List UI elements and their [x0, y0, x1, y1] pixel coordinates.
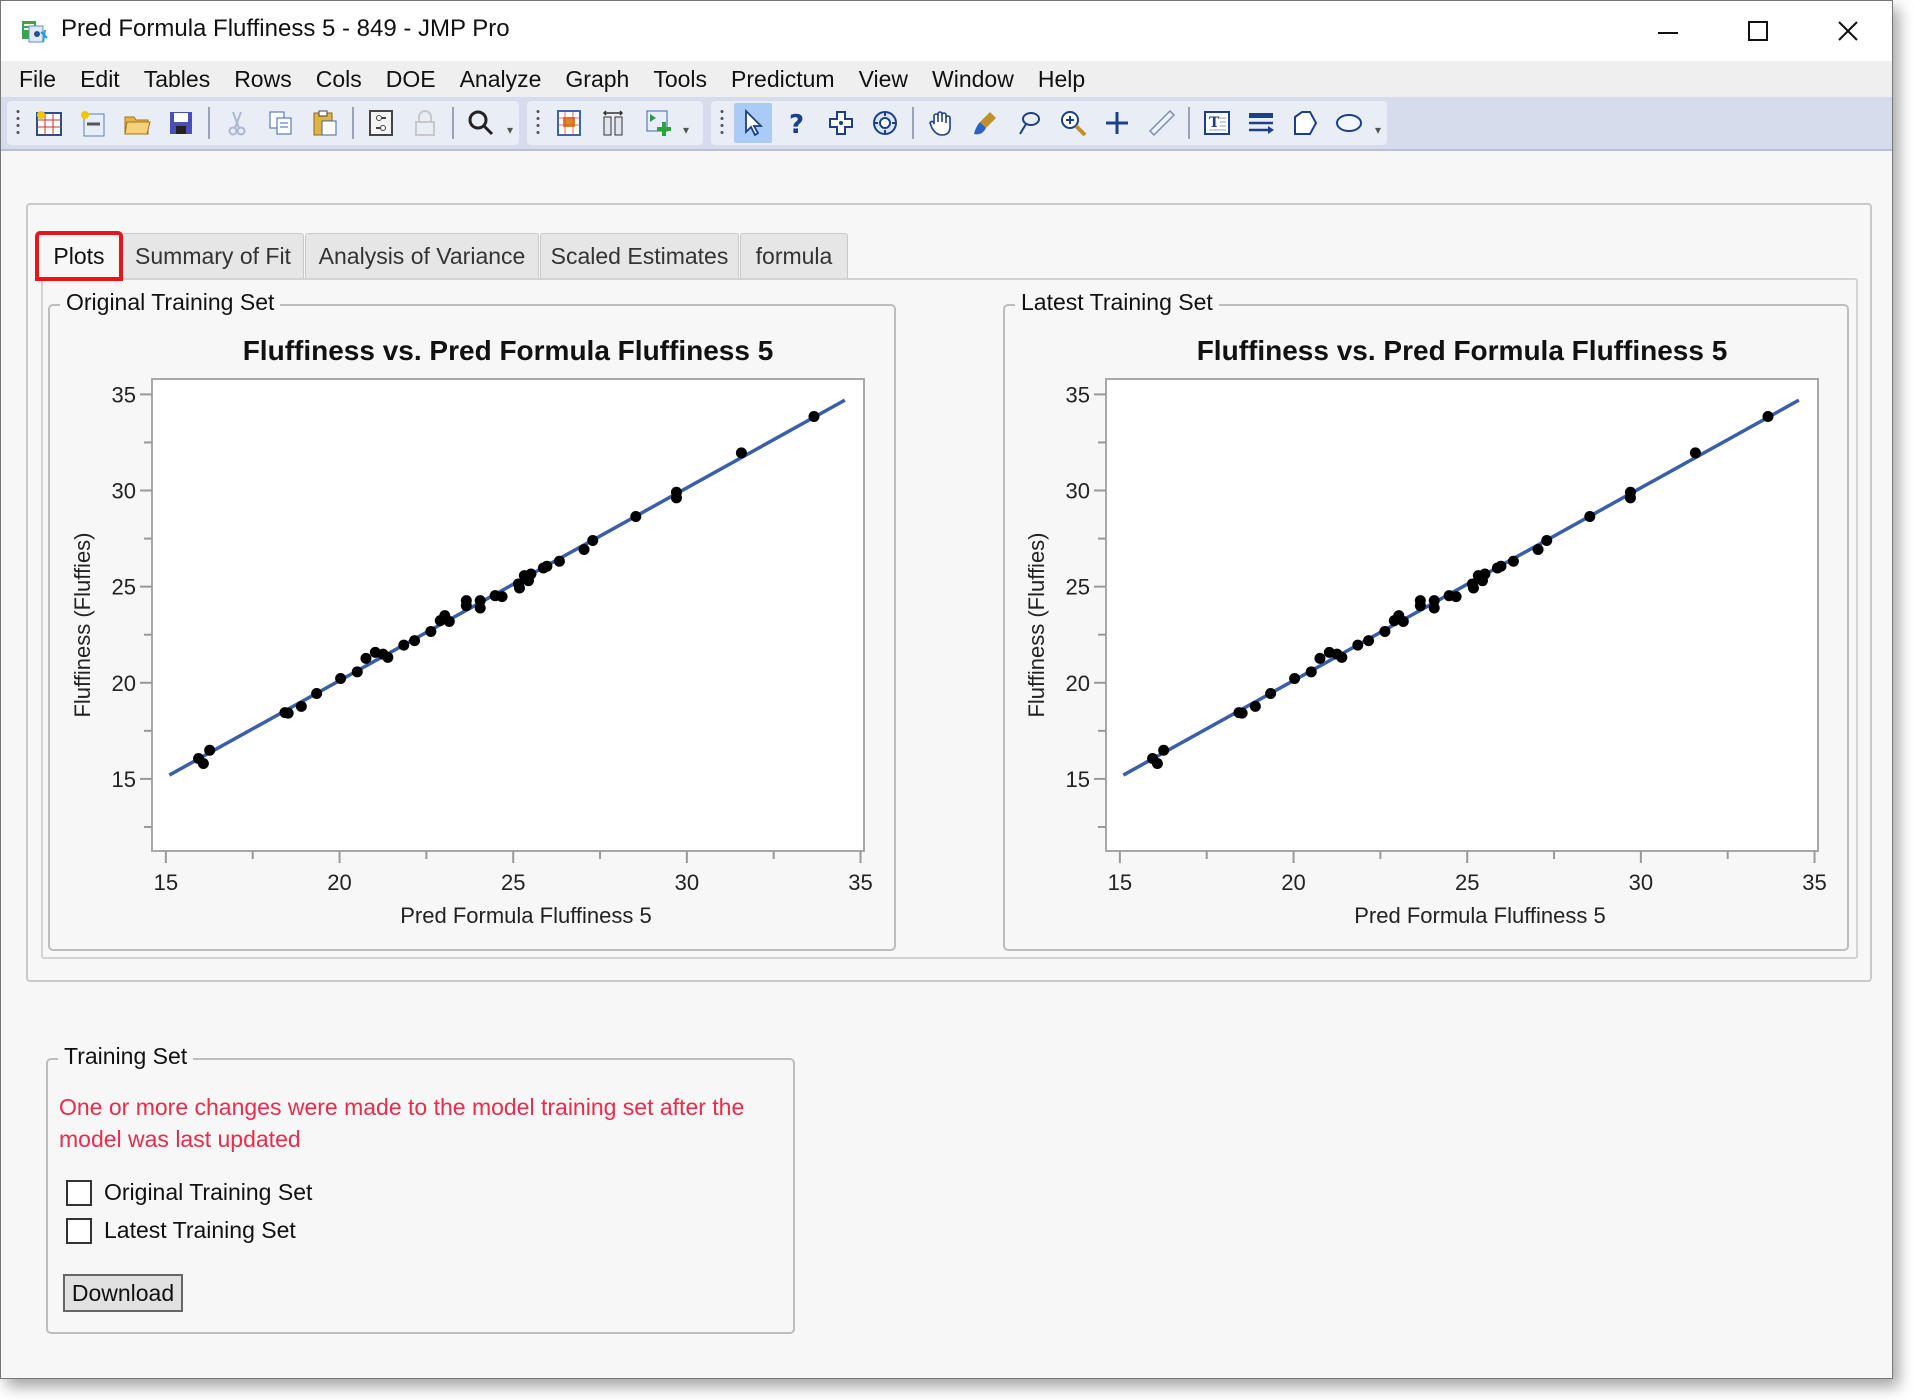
data-point — [1265, 688, 1277, 700]
y-tick-label: 30 — [112, 479, 136, 504]
data-point — [1158, 744, 1170, 756]
y-tick-label: 15 — [1066, 767, 1090, 792]
data-point — [295, 700, 307, 712]
y-tick-label: 20 — [1066, 671, 1090, 696]
data-point — [425, 625, 437, 637]
download-button[interactable]: Download — [63, 1274, 183, 1312]
data-point — [541, 560, 553, 572]
data-point — [578, 544, 590, 556]
data-point — [409, 635, 421, 647]
y-tick-label: 25 — [1066, 575, 1090, 600]
data-point — [630, 510, 642, 522]
panel-label: Training Set — [58, 1043, 194, 1070]
tab-plots[interactable]: Plots — [35, 231, 123, 281]
y-tick-label: 35 — [112, 382, 136, 407]
y-axis-title: Fluffiness (Fluffies) — [1024, 532, 1049, 717]
data-point — [1314, 652, 1326, 664]
data-point — [335, 673, 347, 685]
x-axis-title: Pred Formula Fluffiness 5 — [400, 903, 651, 928]
data-point — [1249, 700, 1261, 712]
data-point — [1336, 651, 1348, 663]
checkbox-label: Original Training Set — [104, 1179, 313, 1205]
x-tick-label: 25 — [1455, 870, 1479, 895]
x-axis-title: Pred Formula Fluffiness 5 — [1354, 903, 1605, 928]
data-point — [1305, 666, 1317, 678]
y-tick-label: 35 — [1066, 382, 1090, 407]
original-training-set-checkbox[interactable] — [66, 1179, 92, 1206]
data-point — [1479, 568, 1491, 580]
checkbox-label: Latest Training Set — [104, 1217, 296, 1243]
app-window: Pred Formula Fluffiness 5 - 849 - JMP Pr… — [0, 0, 1893, 1379]
y-tick-label: 15 — [112, 767, 136, 792]
data-point — [1584, 510, 1596, 522]
data-point — [282, 707, 294, 719]
data-point — [1379, 625, 1391, 637]
charts-canvas: 15 20 25 30 35 15 20 25 30 35 Pred Formula Fluffin… — [70, 378, 1827, 928]
data-point — [1624, 492, 1636, 504]
data-point — [1363, 635, 1375, 647]
data-point — [1532, 544, 1544, 556]
data-point — [1352, 639, 1364, 651]
data-point — [808, 410, 820, 422]
x-tick-label: 20 — [1281, 870, 1305, 895]
x-tick-label: 15 — [154, 870, 178, 895]
y-tick-label: 25 — [112, 575, 136, 600]
data-point — [1414, 600, 1426, 612]
data-point — [1151, 758, 1163, 770]
data-point — [1289, 673, 1301, 685]
data-point — [513, 582, 525, 594]
data-point — [1450, 591, 1462, 603]
data-point — [553, 555, 565, 567]
data-point — [1495, 560, 1507, 572]
data-point — [443, 615, 455, 627]
x-tick-label: 30 — [675, 870, 699, 895]
x-tick-label: 30 — [1629, 870, 1653, 895]
data-point — [398, 639, 410, 651]
data-point — [670, 492, 682, 504]
data-point — [1397, 615, 1409, 627]
data-point — [496, 591, 508, 603]
data-point — [1541, 534, 1553, 546]
y-tick-label: 20 — [112, 671, 136, 696]
x-tick-label: 20 — [327, 870, 351, 895]
data-point — [1428, 602, 1440, 614]
data-point — [474, 602, 486, 614]
data-point — [360, 652, 372, 664]
data-point — [1689, 447, 1701, 459]
data-point — [382, 651, 394, 663]
data-point — [351, 666, 363, 678]
data-point — [735, 447, 747, 459]
data-point — [311, 688, 323, 700]
data-point — [204, 744, 216, 756]
x-tick-label: 15 — [1108, 870, 1132, 895]
data-point — [197, 758, 209, 770]
latest-training-set-checkbox[interactable] — [66, 1217, 92, 1244]
data-point — [1236, 707, 1248, 719]
x-tick-label: 35 — [848, 870, 872, 895]
data-point — [460, 600, 472, 612]
data-point — [525, 568, 537, 580]
data-point — [1507, 555, 1519, 567]
y-tick-label: 30 — [1066, 479, 1090, 504]
data-point — [1762, 410, 1774, 422]
y-axis-title: Fluffiness (Fluffies) — [70, 532, 95, 717]
data-point — [587, 534, 599, 546]
data-point — [1467, 582, 1479, 594]
x-tick-label: 35 — [1802, 870, 1826, 895]
training-set-warning: One or more changes were made to the mod… — [59, 1094, 745, 1152]
original-training-set-option[interactable]: Original Training Set — [66, 1179, 312, 1206]
x-tick-label: 25 — [501, 870, 525, 895]
latest-training-set-option[interactable]: Latest Training Set — [66, 1217, 296, 1244]
